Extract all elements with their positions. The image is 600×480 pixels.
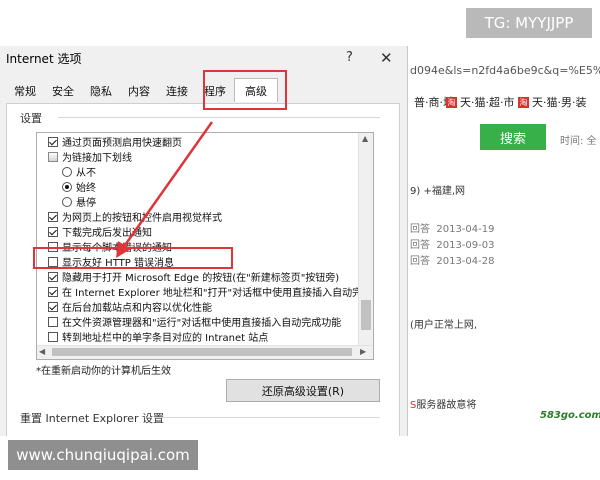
dialog-title: Internet 选项 — [6, 52, 82, 66]
setting-item[interactable]: 转到地址栏中的单字条目对应的 Intranet 站点 — [48, 330, 268, 344]
tab-privacy[interactable]: 隐私 — [82, 80, 120, 102]
checkbox-checked[interactable] — [48, 286, 58, 297]
bookmark-badge-icon: 淘 — [446, 96, 457, 108]
divider — [58, 117, 380, 118]
reset-ie-label: 重置 Internet Explorer 设置 — [20, 412, 164, 425]
setting-item[interactable]: 在文件资源管理器和"运行"对话框中使用直接插入自动完成功能 — [48, 315, 341, 329]
checkbox-checked[interactable] — [48, 271, 58, 282]
divider — [154, 417, 380, 418]
watermark-top: TG: MYYJJPP — [466, 8, 592, 38]
scroll-right-icon[interactable]: ▶ — [360, 347, 366, 356]
site-logo: 583go.com — [540, 410, 600, 421]
setting-item[interactable]: 在 Internet Explorer 地址栏和"打开"对话框中使用直接插入自动… — [48, 285, 362, 299]
setting-item[interactable]: 悬停 — [62, 195, 96, 209]
watermark-bottom: www.chunqiuqipai.com — [8, 440, 198, 470]
setting-item[interactable]: 为网页上的按钮和控件启用视觉样式 — [48, 210, 222, 224]
answer-row: 回答 2013-04-19 — [410, 224, 495, 235]
radio-unchecked[interactable] — [62, 166, 72, 177]
result-snippet-3: S服务器故意将 — [410, 400, 477, 411]
address-bar-text[interactable]: d094e&ls=n2fd4a6be9c&q=%E5%B8% — [408, 64, 600, 86]
vertical-scroll-thumb[interactable] — [361, 300, 371, 330]
search-button[interactable]: 搜索 — [480, 124, 546, 150]
close-button[interactable]: ✕ — [380, 49, 393, 67]
horizontal-scroll-thumb[interactable] — [52, 348, 352, 356]
checkbox-unchecked[interactable] — [48, 331, 58, 342]
radio-unchecked[interactable] — [62, 196, 72, 207]
setting-item[interactable]: 始终 — [62, 180, 96, 194]
setting-item[interactable]: 从不 — [62, 165, 96, 179]
answer-row: 回答 2013-09-03 — [410, 240, 495, 251]
setting-item[interactable]: 下载完成后发出通知 — [48, 225, 152, 239]
setting-item[interactable]: 在后台加载站点和内容以优化性能 — [48, 300, 212, 314]
tab-content[interactable]: 内容 — [120, 80, 158, 102]
settings-label: 设置 — [20, 112, 42, 125]
bookmark-3[interactable]: 淘天·猫·男·装 — [518, 94, 587, 110]
checkbox-checked[interactable] — [48, 211, 58, 222]
result-snippet: 9) +福建,网 — [410, 186, 465, 197]
checkbox-checked[interactable] — [48, 226, 58, 237]
bookmark-badge-icon: 淘 — [518, 96, 529, 108]
checkbox-checked[interactable] — [48, 301, 58, 312]
scroll-up-icon[interactable]: ▲ — [362, 134, 368, 143]
highlight-box-advanced-tab — [203, 70, 287, 110]
result-snippet-2: (用户正常上网, — [410, 320, 478, 331]
restore-advanced-button[interactable]: 还原高级设置(R) — [226, 379, 380, 402]
time-filter[interactable]: 时间: 全 — [560, 132, 597, 147]
bookmark-2[interactable]: 淘天·猫·超·市 — [446, 94, 515, 110]
setting-item[interactable]: 隐藏用于打开 Microsoft Edge 的按钮(在"新建标签页"按钮旁) — [48, 270, 339, 284]
settings-list[interactable]: 通过页面预测启用快速翻页 为链接加下划线 从不 始终 悬停 为网页上的按钮和控件… — [36, 132, 374, 360]
setting-item[interactable]: 通过页面预测启用快速翻页 — [48, 135, 182, 149]
help-button[interactable]: ? — [346, 50, 353, 65]
scroll-left-icon[interactable]: ◀ — [39, 347, 45, 356]
tab-general[interactable]: 常规 — [6, 80, 44, 102]
answer-row: 回答 2013-04-28 — [410, 256, 495, 267]
setting-group: 为链接加下划线 — [48, 150, 132, 164]
highlight-box-friendly-errors — [33, 247, 233, 269]
group-icon — [48, 151, 58, 162]
tab-connections[interactable]: 连接 — [158, 80, 196, 102]
radio-checked[interactable] — [62, 181, 72, 192]
tab-security[interactable]: 安全 — [44, 80, 82, 102]
checkbox-unchecked[interactable] — [48, 316, 58, 327]
checkbox-checked[interactable] — [48, 136, 58, 147]
restart-note: *在重新启动你的计算机后生效 — [36, 366, 171, 377]
